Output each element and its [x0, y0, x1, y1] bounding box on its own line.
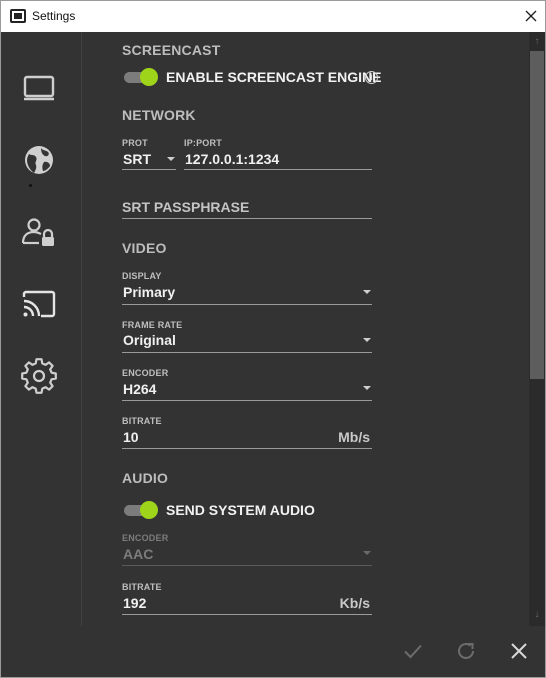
section-title-network: NETWORK: [122, 107, 196, 123]
chevron-down-icon: [363, 551, 371, 555]
audio-bitrate-unit: Kb/s: [339, 595, 370, 611]
chevron-down-icon: [167, 157, 175, 161]
protocol-select[interactable]: PROT SRT: [122, 138, 176, 170]
scroll-up-arrow-icon[interactable]: ↑: [530, 35, 544, 49]
audio-bitrate-field[interactable]: BITRATE 192 Kb/s: [122, 582, 372, 615]
apply-button[interactable]: [401, 639, 425, 663]
video-encoder-value: H264: [123, 381, 157, 397]
section-title-audio: AUDIO: [122, 470, 169, 486]
audio-encoder-value: AAC: [123, 546, 154, 562]
protocol-value: SRT: [123, 151, 151, 167]
window-close-button[interactable]: [521, 6, 541, 26]
video-bitrate-label: BITRATE: [122, 416, 162, 426]
sidebar-divider: [81, 32, 82, 626]
srt-passphrase-placeholder: SRT PASSPHRASE: [122, 199, 250, 215]
display-label: DISPLAY: [122, 271, 162, 281]
sidebar-item-security[interactable]: [17, 210, 61, 254]
close-icon: [511, 643, 527, 659]
frame-rate-value: Original: [123, 332, 176, 348]
app-icon: [10, 9, 26, 23]
protocol-label: PROT: [122, 138, 148, 148]
send-system-audio-label: SEND SYSTEM AUDIO: [166, 502, 315, 518]
chevron-down-icon: [363, 386, 371, 390]
ip-port-value: 127.0.0.1:1234: [185, 151, 280, 167]
cast-icon: [22, 290, 56, 318]
sidebar-item-screencast[interactable]: [17, 282, 61, 326]
video-bitrate-field[interactable]: BITRATE 10 Mb/s: [122, 416, 372, 449]
chevron-down-icon: [363, 290, 371, 294]
chevron-down-icon: [363, 338, 371, 342]
audio-encoder-label: ENCODER: [122, 533, 169, 543]
scrollbar-thumb[interactable]: [530, 51, 544, 379]
user-lock-icon: [21, 218, 54, 246]
video-bitrate-unit: Mb/s: [338, 429, 370, 445]
display-select[interactable]: DISPLAY Primary: [122, 271, 372, 305]
close-icon: [525, 10, 537, 22]
settings-window: Settings ↑ ↓ SCREENCAST ENABLE SCREENCAS…: [0, 0, 546, 678]
close-settings-button[interactable]: [507, 639, 531, 663]
video-encoder-label: ENCODER: [122, 368, 169, 378]
srt-passphrase-field[interactable]: SRT PASSPHRASE: [122, 197, 372, 219]
scroll-down-arrow-icon[interactable]: ↓: [530, 608, 544, 622]
section-title-screencast: SCREENCAST: [122, 42, 221, 58]
enable-screencast-toggle[interactable]: [124, 68, 158, 86]
globe-icon: [25, 146, 53, 174]
refresh-icon: [458, 642, 474, 659]
gear-icon: [21, 358, 57, 394]
display-value: Primary: [123, 284, 176, 300]
audio-bitrate-value: 192: [123, 595, 147, 611]
ip-port-label: IP:PORT: [184, 138, 222, 148]
monitor-icon: [23, 75, 55, 101]
info-icon[interactable]: i: [365, 71, 378, 84]
sidebar-item-settings[interactable]: [17, 354, 61, 398]
frame-rate-select[interactable]: FRAME RATE Original: [122, 320, 372, 353]
sidebar: [1, 32, 81, 626]
section-title-video: VIDEO: [122, 240, 167, 256]
title-bar: Settings: [1, 1, 545, 32]
sidebar-item-network[interactable]: [17, 138, 61, 182]
window-title: Settings: [32, 9, 76, 23]
send-system-audio-toggle[interactable]: [124, 501, 158, 519]
reset-button[interactable]: [454, 639, 478, 663]
audio-encoder-select[interactable]: ENCODER AAC: [122, 533, 372, 566]
status-dot: [29, 184, 32, 187]
enable-screencast-label: ENABLE SCREENCAST ENGINE: [166, 69, 382, 85]
video-bitrate-value: 10: [123, 429, 139, 445]
audio-bitrate-label: BITRATE: [122, 582, 162, 592]
sidebar-item-display[interactable]: [17, 66, 61, 110]
ip-port-field[interactable]: IP:PORT 127.0.0.1:1234: [184, 138, 372, 170]
frame-rate-label: FRAME RATE: [122, 320, 183, 330]
video-encoder-select[interactable]: ENCODER H264: [122, 368, 372, 401]
check-icon: [404, 644, 422, 659]
